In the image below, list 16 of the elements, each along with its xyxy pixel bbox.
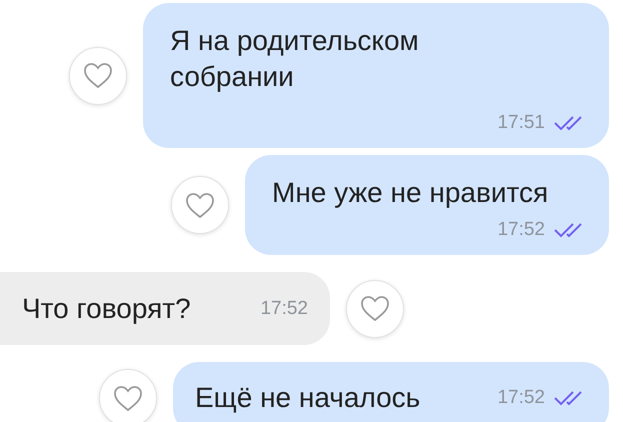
message-text: Ещё не началось — [195, 381, 420, 415]
message-time: 17:52 — [497, 219, 545, 241]
message-time: 17:52 — [497, 387, 545, 409]
heart-icon — [360, 295, 390, 322]
message-text: Что говорят? — [22, 292, 191, 326]
message-text: Мне уже не нравится — [272, 176, 550, 210]
heart-icon — [185, 192, 215, 218]
message-time: 17:52 — [260, 298, 308, 320]
like-button[interactable] — [171, 176, 229, 234]
like-button[interactable] — [346, 280, 404, 338]
message-time: 17:51 — [497, 112, 545, 134]
like-button[interactable] — [99, 369, 157, 422]
heart-icon — [83, 62, 113, 89]
heart-icon — [113, 384, 143, 412]
message-text: Я на родительском собрании — [170, 24, 420, 94]
like-button[interactable] — [69, 46, 127, 104]
